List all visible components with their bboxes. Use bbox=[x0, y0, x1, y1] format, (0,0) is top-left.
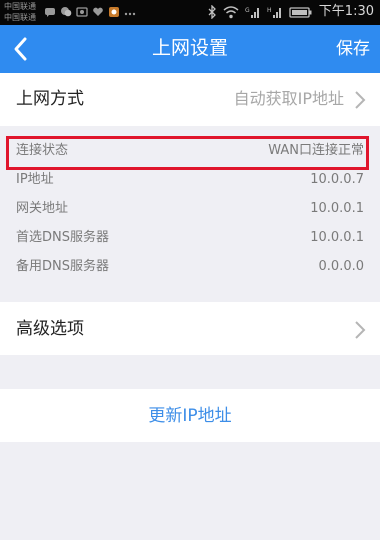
refresh-ip-label: 更新IP地址 bbox=[148, 406, 232, 426]
advanced-options-label: 高级选项 bbox=[16, 319, 84, 339]
internet-mode-label: 上网方式 bbox=[16, 89, 84, 109]
info-value: 10.0.0.1 bbox=[310, 201, 364, 216]
app-icon bbox=[109, 7, 119, 17]
info-value: 0.0.0.0 bbox=[318, 259, 364, 274]
chat-icon bbox=[61, 7, 72, 17]
info-label: 备用DNS服务器 bbox=[16, 259, 109, 274]
chevron-right-icon bbox=[355, 321, 366, 339]
info-label: IP地址 bbox=[16, 172, 54, 187]
chevron-right-icon bbox=[355, 91, 366, 109]
svg-text:G: G bbox=[245, 7, 250, 14]
clock: 下午1:30 bbox=[318, 4, 374, 19]
info-label: 首选DNS服务器 bbox=[16, 230, 109, 245]
save-button[interactable]: 保存 bbox=[336, 38, 370, 60]
status-bar: 中国联通 中国联通 G H 下午1:30 bbox=[0, 0, 380, 25]
info-label: 网关地址 bbox=[16, 201, 69, 216]
svg-text:H: H bbox=[267, 7, 272, 14]
page-title: 上网设置 bbox=[151, 37, 228, 59]
signal-icon: G bbox=[245, 7, 259, 18]
carrier-label-2: 中国联通 bbox=[4, 13, 36, 22]
advanced-options-row[interactable]: 高级选项 bbox=[0, 302, 380, 355]
info-row-primary-dns: 首选DNS服务器 10.0.0.1 bbox=[0, 223, 380, 252]
battery-icon bbox=[289, 6, 312, 18]
notification-icons bbox=[44, 6, 136, 18]
internet-mode-value: 自动获取IP地址 bbox=[233, 89, 344, 108]
refresh-ip-button[interactable]: 更新IP地址 bbox=[0, 389, 380, 442]
heart-icon bbox=[93, 7, 103, 17]
more-icon bbox=[124, 12, 136, 16]
carrier-label-1: 中国联通 bbox=[4, 2, 36, 11]
highlight-box bbox=[6, 136, 369, 170]
message-icon bbox=[45, 8, 55, 17]
photo-icon bbox=[76, 7, 88, 17]
bluetooth-icon bbox=[208, 5, 216, 19]
info-row-gateway: 网关地址 10.0.0.1 bbox=[0, 194, 380, 223]
info-value: 10.0.0.7 bbox=[310, 172, 364, 187]
nav-bar: 上网设置 保存 bbox=[0, 25, 380, 73]
info-value: 10.0.0.1 bbox=[310, 230, 364, 245]
wifi-icon bbox=[223, 5, 239, 18]
info-row-secondary-dns: 备用DNS服务器 0.0.0.0 bbox=[0, 252, 380, 281]
signal-icon: H bbox=[267, 7, 281, 18]
status-right: G H 下午1:30 bbox=[207, 5, 374, 19]
internet-mode-row[interactable]: 上网方式 自动获取IP地址 bbox=[0, 73, 380, 126]
